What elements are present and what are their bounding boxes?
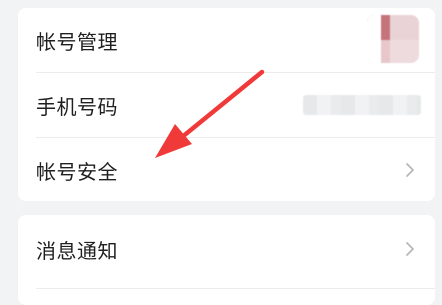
settings-row-phone-number[interactable]: 手机号码 [18,73,435,137]
notification-settings-card: 消息通知 [18,215,435,305]
settings-row-label: 消息通知 [36,238,118,263]
settings-row-label: 帐号管理 [36,29,118,54]
settings-row-message-notifications[interactable]: 消息通知 [18,217,435,281]
settings-row-label: 帐号安全 [36,159,118,184]
account-settings-card: 帐号管理 手机号码 帐号安全 [18,8,435,201]
settings-row-account-management[interactable]: 帐号管理 [18,8,435,72]
settings-row-label: 手机号码 [36,94,118,119]
chevron-right-icon [406,242,414,256]
settings-row-account-security[interactable]: 帐号安全 [18,138,435,202]
avatar [367,15,419,63]
chevron-right-icon [406,163,414,177]
phone-number-value-masked [303,95,421,115]
row-divider [36,288,435,289]
